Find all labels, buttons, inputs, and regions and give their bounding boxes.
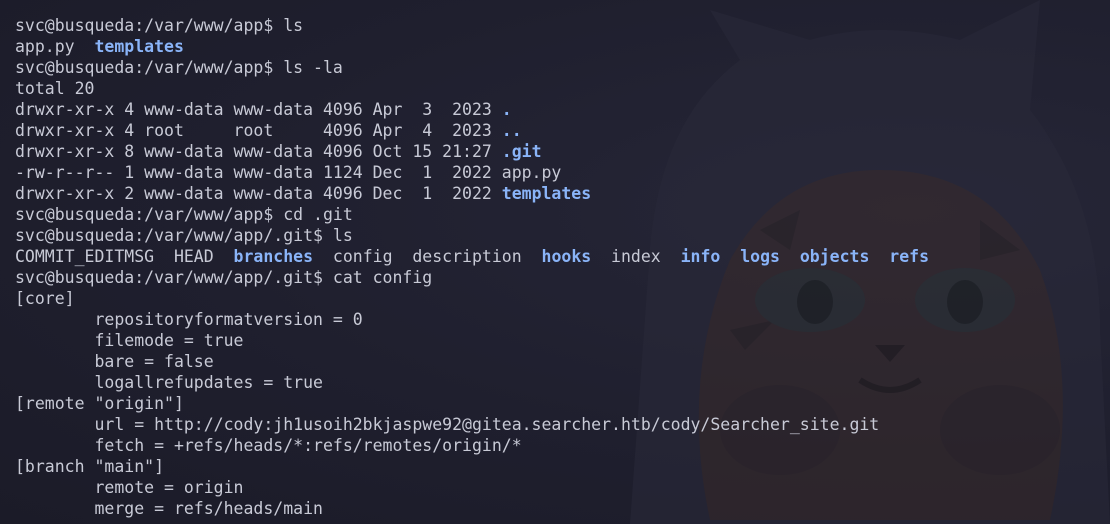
terminal-line: drwxr-xr-x 4 www-data www-data 4096 Apr … [15,99,929,120]
directory-entry: templates [94,37,184,56]
terminal-line: bare = false [15,351,929,372]
directory-entry: templates [501,184,592,203]
output-text: drwxr-xr-x 4 www-data www-data 4096 Apr … [15,100,502,119]
shell-prompt-command: svc@busqueda:/var/www/app/.git$ ls [15,226,353,245]
directory-entry: refs [889,247,930,266]
output-text: remote = origin [15,478,244,497]
output-text: bare = false [15,352,214,371]
terminal-line: total 20 [15,78,929,99]
terminal-line: svc@busqueda:/var/www/app$ ls [15,15,929,36]
shell-prompt-command: svc@busqueda:/var/www/app$ ls -la [15,58,343,77]
terminal-line: [remote "origin"] [15,393,929,414]
terminal-output[interactable]: svc@busqueda:/var/www/app$ ls app.py temp… [15,15,929,519]
directory-entry: .git [501,142,542,161]
output-text: [branch "main"] [15,457,165,476]
directory-entry: logs [740,247,780,266]
terminal-line: drwxr-xr-x 4 root root 4096 Apr 4 2023 .… [15,120,929,141]
output-text: [remote "origin"] [15,394,184,413]
output-text: drwxr-xr-x 2 www-data www-data 4096 Dec … [15,184,502,203]
terminal-line: fetch = +refs/heads/*:refs/remotes/origi… [15,435,929,456]
terminal-line: svc@busqueda:/var/www/app/.git$ cat conf… [15,267,929,288]
directory-entry: .. [501,121,522,140]
output-text: COMMIT_EDITMSG HEAD [15,247,234,266]
output-text: -rw-r--r-- 1 www-data www-data 1124 Dec … [15,163,562,182]
directory-entry: hooks [541,247,592,266]
output-text: repositoryformatversion = 0 [15,310,363,329]
terminal-line: url = http://cody:jh1usoih2bkjaspwe92@gi… [15,414,929,435]
terminal-line: svc@busqueda:/var/www/app$ cd .git [15,204,929,225]
terminal-line: merge = refs/heads/main [15,498,929,519]
shell-prompt-command: svc@busqueda:/var/www/app$ ls [15,16,304,35]
directory-entry: info [680,247,721,266]
terminal-line: svc@busqueda:/var/www/app$ ls -la [15,57,929,78]
output-text: app.py [15,37,95,56]
terminal-window[interactable]: svc@busqueda:/var/www/app$ ls app.py temp… [0,0,1110,524]
output-text: merge = refs/heads/main [15,499,323,518]
shell-prompt-command: svc@busqueda:/var/www/app/.git$ cat conf… [15,268,433,287]
output-text: drwxr-xr-x 8 www-data www-data 4096 Oct … [15,142,502,161]
directory-entry: branches [233,247,314,266]
output-text: drwxr-xr-x 4 root root 4096 Apr 4 2023 [15,121,502,140]
terminal-line: app.py templates [15,36,929,57]
terminal-line: remote = origin [15,477,929,498]
directory-entry: . [501,100,512,119]
output-text: [core] [15,289,75,308]
output-text: index [591,247,681,266]
output-text: total 20 [15,79,95,98]
output-text: filemode = true [15,331,244,350]
terminal-line: logallrefupdates = true [15,372,929,393]
terminal-line: [core] [15,288,929,309]
directory-entry: objects [799,247,870,266]
terminal-line: -rw-r--r-- 1 www-data www-data 1124 Dec … [15,162,929,183]
terminal-line: COMMIT_EDITMSG HEAD branches config desc… [15,246,929,267]
terminal-line: drwxr-xr-x 2 www-data www-data 4096 Dec … [15,183,929,204]
terminal-line: drwxr-xr-x 8 www-data www-data 4096 Oct … [15,141,929,162]
output-text: config description [313,247,542,266]
terminal-line: svc@busqueda:/var/www/app/.git$ ls [15,225,929,246]
output-text: url = http://cody:jh1usoih2bkjaspwe92@gi… [15,415,880,434]
terminal-line: [branch "main"] [15,456,929,477]
terminal-line: repositoryformatversion = 0 [15,309,929,330]
terminal-line: filemode = true [15,330,929,351]
output-text: fetch = +refs/heads/*:refs/remotes/origi… [15,436,522,455]
shell-prompt-command: svc@busqueda:/var/www/app$ cd .git [15,205,353,224]
output-text: logallrefupdates = true [15,373,323,392]
